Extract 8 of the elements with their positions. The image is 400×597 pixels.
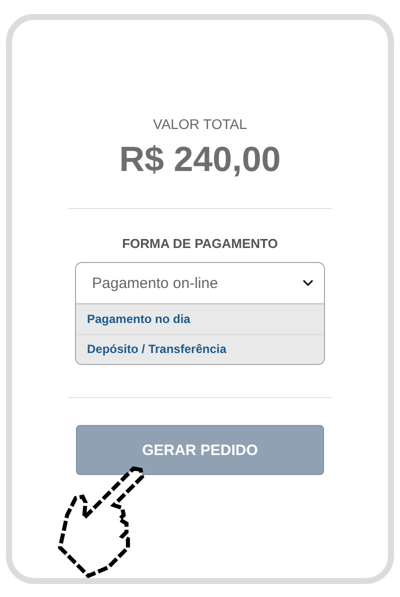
dropdown-option[interactable]: Depósito / Transferência <box>76 334 324 364</box>
dropdown-value: Pagamento on-line <box>92 274 218 292</box>
total-label: VALOR TOTAL <box>153 116 247 132</box>
payment-dropdown[interactable]: Pagamento on-line Pagamento no dia Depósito / Transferência <box>75 262 325 365</box>
total-amount: R$ 240,00 <box>119 140 281 180</box>
chevron-down-icon <box>302 279 314 287</box>
dropdown-option[interactable]: Pagamento no dia <box>76 304 324 334</box>
payment-heading: FORMA DE PAGAMENTO <box>122 236 278 251</box>
